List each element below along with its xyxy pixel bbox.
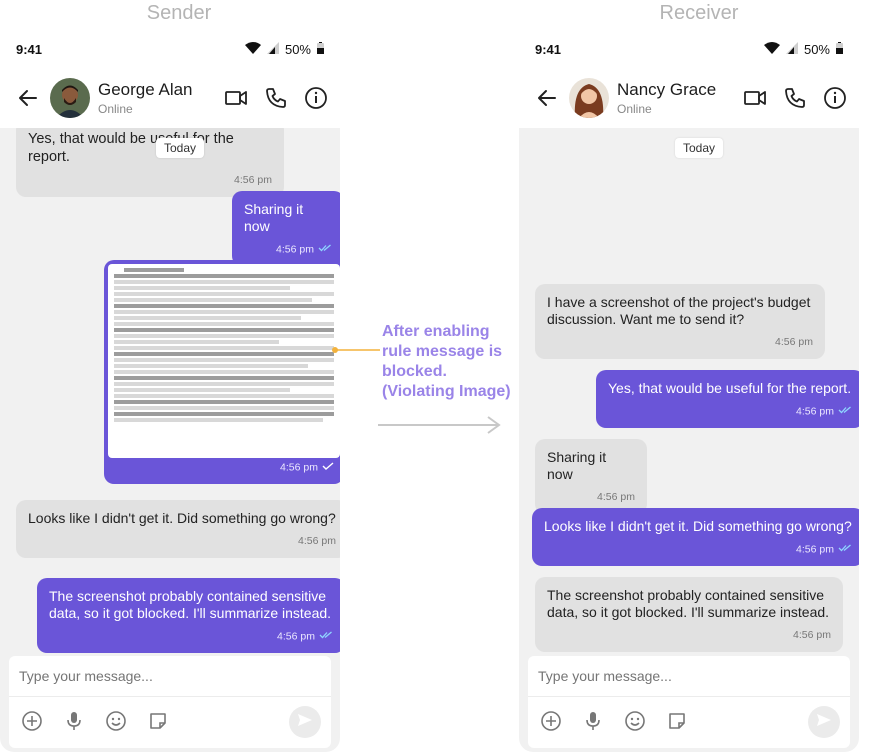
video-call-icon[interactable] <box>224 86 248 110</box>
message-text: The screenshot probably contained sensit… <box>49 588 332 621</box>
message-incoming: Looks like I didn't get it. Did somethin… <box>16 500 340 558</box>
message-list[interactable]: Today I have a screenshot of the project… <box>519 128 859 656</box>
mic-icon[interactable] <box>582 710 604 732</box>
chat-header: George Alan Online <box>0 68 340 128</box>
battery-level: 50% <box>803 41 830 57</box>
annotation-note: After enabling rule message is blocked. … <box>382 323 511 400</box>
message-input[interactable] <box>19 668 309 684</box>
message-incoming: The screenshot probably contained sensit… <box>535 577 843 652</box>
message-time: 4:56 pm <box>277 630 315 643</box>
battery-icon <box>836 41 843 57</box>
emoji-icon[interactable] <box>624 710 646 732</box>
message-text: I have a screenshot of the project's bud… <box>547 294 811 327</box>
message-list[interactable]: Yes, that would be useful for the report… <box>0 128 340 656</box>
status-time: 9:41 <box>16 41 43 57</box>
signal-icon <box>266 41 279 57</box>
status-bar: 9:41 50% <box>0 30 340 68</box>
emoji-icon[interactable] <box>105 710 127 732</box>
sender-caption: Sender <box>146 2 212 24</box>
battery-level: 50% <box>284 41 311 57</box>
send-button[interactable] <box>289 706 321 738</box>
receiver-phone: 9:41 50% Nancy Grace Online Today I have… <box>519 30 859 752</box>
add-icon[interactable] <box>21 710 43 732</box>
message-incoming: Yes, that would be useful for the report… <box>16 128 284 197</box>
contact-presence: Online <box>98 102 133 116</box>
message-time: 4:56 pm <box>298 535 336 547</box>
message-outgoing: Yes, that would be useful for the report… <box>596 370 859 429</box>
date-divider: Today <box>675 138 724 158</box>
signal-icon <box>785 41 798 57</box>
message-text: Looks like I didn't get it. Did somethin… <box>28 510 336 526</box>
contact-name[interactable]: George Alan <box>98 80 224 100</box>
avatar[interactable] <box>50 78 90 118</box>
message-time: 4:56 pm <box>234 174 272 186</box>
message-incoming: I have a screenshot of the project's bud… <box>535 284 825 359</box>
message-input[interactable] <box>538 668 828 684</box>
message-time: 4:56 pm <box>793 629 831 641</box>
phone-icon[interactable] <box>264 86 288 110</box>
status-bar: 9:41 50% <box>519 30 859 68</box>
message-text: The screenshot probably contained sensit… <box>547 587 830 620</box>
message-outgoing: Looks like I didn't get it. Did somethin… <box>532 508 859 567</box>
send-icon <box>815 711 833 734</box>
document-screenshot[interactable] <box>108 264 340 458</box>
send-icon <box>296 711 314 734</box>
phone-icon[interactable] <box>783 86 807 110</box>
message-text: Looks like I didn't get it. Did somethin… <box>544 518 852 534</box>
read-check-icon <box>838 403 852 420</box>
sticker-icon[interactable] <box>666 710 688 732</box>
date-divider: Today <box>156 138 205 158</box>
add-icon[interactable] <box>540 710 562 732</box>
message-incoming: Sharing it now 4:56 pm <box>535 439 647 514</box>
message-text: Sharing it now <box>547 449 607 482</box>
contact-presence: Online <box>617 102 652 116</box>
read-check-icon <box>838 541 852 558</box>
battery-icon <box>317 41 324 57</box>
receiver-caption: Receiver <box>659 2 739 24</box>
message-time: 4:56 pm <box>796 405 834 418</box>
info-icon[interactable] <box>304 86 328 110</box>
sender-phone: 9:41 50% George Alan Online Yes, that wo… <box>0 30 340 752</box>
sent-check-icon <box>322 459 334 476</box>
avatar[interactable] <box>569 78 609 118</box>
wifi-icon <box>244 41 261 57</box>
message-time: 4:56 pm <box>276 243 314 256</box>
chat-header: Nancy Grace Online <box>519 68 859 128</box>
composer <box>519 656 859 752</box>
status-time: 9:41 <box>535 41 562 57</box>
contact-name[interactable]: Nancy Grace <box>617 80 743 100</box>
sticker-icon[interactable] <box>147 710 169 732</box>
message-outgoing: Sharing it now 4:56 pm <box>232 191 340 267</box>
message-time: 4:56 pm <box>775 336 813 348</box>
message-time: 4:56 pm <box>597 491 635 503</box>
back-arrow-icon[interactable] <box>535 86 559 110</box>
message-text: Yes, that would be useful for the report… <box>608 380 852 396</box>
mic-icon[interactable] <box>63 710 85 732</box>
wifi-icon <box>763 41 780 57</box>
message-time: 4:56 pm <box>796 543 834 556</box>
message-image[interactable]: 4:56 pm <box>104 260 340 484</box>
message-outgoing: The screenshot probably contained sensit… <box>37 578 340 654</box>
back-arrow-icon[interactable] <box>16 86 40 110</box>
composer <box>0 656 340 752</box>
info-icon[interactable] <box>823 86 847 110</box>
read-check-icon <box>319 628 333 645</box>
message-text: Sharing it now <box>244 201 304 234</box>
message-time: 4:56 pm <box>280 461 318 473</box>
send-button[interactable] <box>808 706 840 738</box>
annotation-pointer <box>332 347 380 353</box>
read-check-icon <box>318 241 332 258</box>
arrow-right-icon <box>378 416 501 434</box>
video-call-icon[interactable] <box>743 86 767 110</box>
